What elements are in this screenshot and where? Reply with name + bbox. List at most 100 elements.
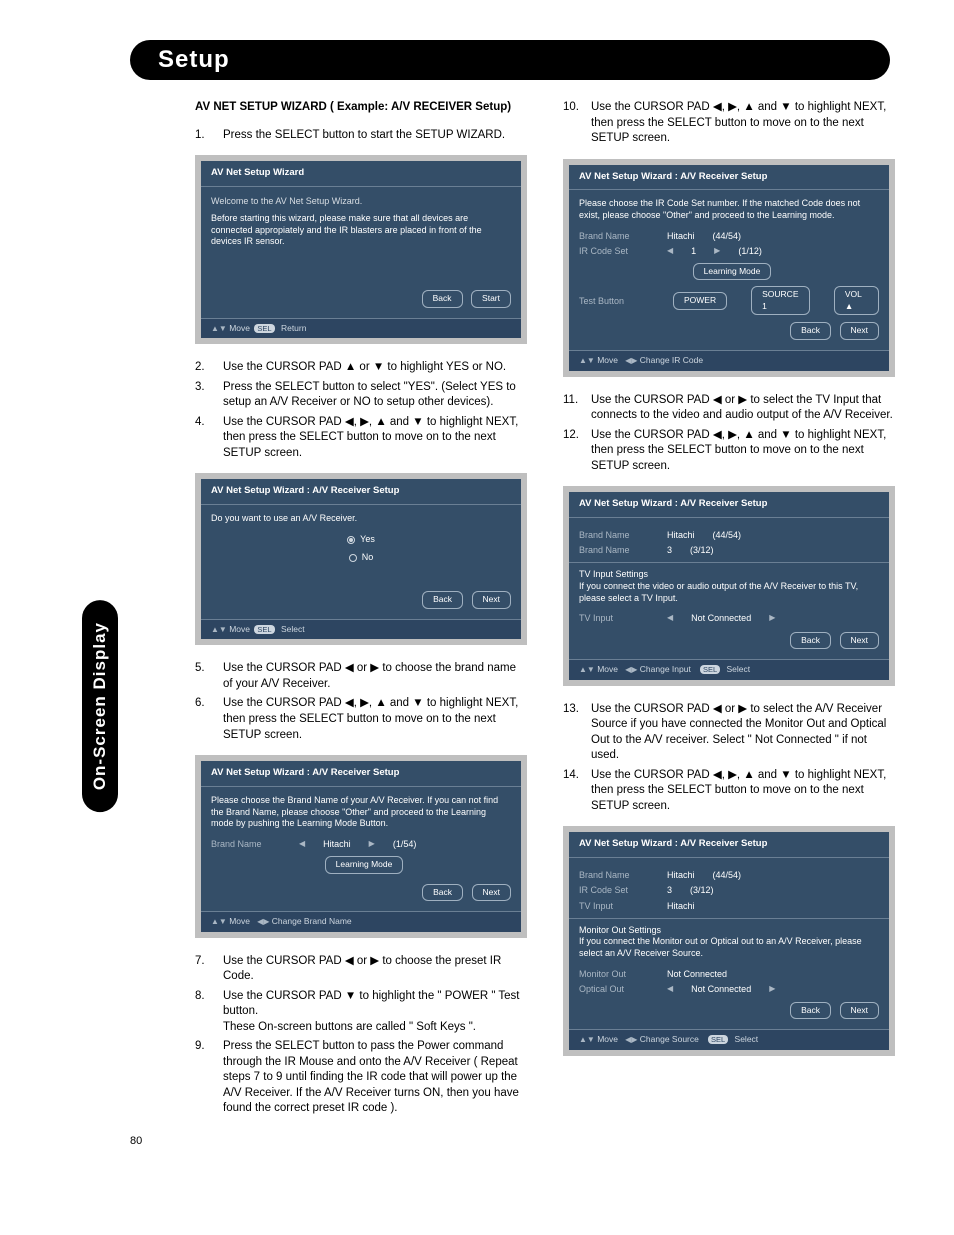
- step-text: Use the CURSOR PAD ◀ or ▶ to select the …: [591, 393, 895, 424]
- left-arrow-icon: ◀: [667, 984, 673, 995]
- learning-mode-button[interactable]: Learning Mode: [693, 263, 772, 280]
- left-steps-7to9: 7.Use the CURSOR PAD ◀ or ▶ to choose th…: [195, 954, 527, 1117]
- brand-row[interactable]: Brand Name ◀ Hitachi ▶ (1/54): [211, 838, 511, 850]
- step-num: 9.: [195, 1039, 223, 1117]
- panel-message: Monitor Out Settings If you connect the …: [579, 925, 879, 960]
- step-num: 6.: [195, 696, 223, 743]
- sel-icon: SEL: [700, 665, 720, 674]
- updown-icon: ▲▼: [211, 324, 227, 333]
- updown-icon: ▲▼: [579, 356, 595, 365]
- power-test-button[interactable]: POWER: [673, 292, 727, 309]
- right-arrow-icon: ▶: [714, 246, 720, 257]
- right-steps-11to12: 11.Use the CURSOR PAD ◀ or ▶ to select t…: [563, 393, 895, 475]
- sel-icon: SEL: [254, 625, 274, 634]
- step-num: 14.: [563, 768, 591, 815]
- panel-title: AV Net Setup Wizard : A/V Receiver Setup: [201, 479, 521, 505]
- panel-subtitle: Welcome to the AV Net Setup Wizard.: [211, 195, 511, 207]
- optical-out-row[interactable]: Optical Out◀Not Connected▶: [579, 983, 879, 995]
- ir-code-row[interactable]: IR Code Set◀1▶(1/12): [579, 245, 879, 257]
- section-heading: AV NET SETUP WIZARD ( Example: A/V RECEI…: [195, 100, 527, 116]
- learning-mode-button[interactable]: Learning Mode: [325, 856, 404, 873]
- right-arrow-icon: ▶: [769, 613, 775, 624]
- page-header: Setup: [130, 40, 890, 80]
- panel-title: AV Net Setup Wizard : A/V Receiver Setup: [569, 492, 889, 518]
- wizard-panel-tvinput: AV Net Setup Wizard : A/V Receiver Setup…: [563, 486, 895, 686]
- back-button[interactable]: Back: [790, 1002, 831, 1019]
- leftright-icon: ◀▶: [625, 665, 637, 674]
- left-arrow-icon: ◀: [667, 613, 673, 624]
- step-num: 2.: [195, 360, 223, 376]
- step-text: Press the SELECT button to start the SET…: [223, 128, 527, 144]
- next-button[interactable]: Next: [840, 322, 879, 339]
- left-steps-5to6: 5.Use the CURSOR PAD ◀ or ▶ to choose th…: [195, 661, 527, 743]
- sel-icon: SEL: [254, 324, 274, 333]
- radio-yes[interactable]: Yes: [211, 533, 511, 545]
- step-text: Use the CURSOR PAD ◀ or ▶ to choose the …: [223, 954, 527, 985]
- left-column: AV NET SETUP WIZARD ( Example: A/V RECEI…: [195, 100, 527, 1121]
- left-arrow-icon: ◀: [299, 839, 305, 850]
- step-num: 8.: [195, 989, 223, 1036]
- step-num: 3.: [195, 380, 223, 411]
- step-num: 4.: [195, 415, 223, 462]
- panel-title: AV Net Setup Wizard: [201, 161, 521, 187]
- step-text: Use the CURSOR PAD ◀, ▶, ▲ and ▼ to high…: [591, 428, 895, 475]
- left-arrow-icon: ◀: [667, 246, 673, 257]
- step-text: Use the CURSOR PAD ◀, ▶, ▲ and ▼ to high…: [223, 696, 527, 743]
- panel-message: Please choose the Brand Name of your A/V…: [211, 795, 511, 830]
- panel-question: Do you want to use an A/V Receiver.: [211, 513, 511, 525]
- wizard-panel-ircode: AV Net Setup Wizard : A/V Receiver Setup…: [563, 159, 895, 377]
- next-button[interactable]: Next: [840, 632, 879, 649]
- panel-message: Please choose the IR Code Set number. If…: [579, 198, 879, 221]
- updown-icon: ▲▼: [211, 917, 227, 926]
- right-arrow-icon: ▶: [769, 984, 775, 995]
- left-steps-1: 1.Press the SELECT button to start the S…: [195, 128, 527, 144]
- updown-icon: ▲▼: [579, 665, 595, 674]
- step-text: Use the CURSOR PAD ◀ or ▶ to select the …: [591, 702, 895, 764]
- panel-message: Before starting this wizard, please make…: [211, 213, 511, 248]
- step-text: Use the CURSOR PAD ◀, ▶, ▲ and ▼ to high…: [223, 415, 527, 462]
- step-num: 11.: [563, 393, 591, 424]
- leftright-icon: ◀▶: [625, 1035, 637, 1044]
- wizard-panel-yesno: AV Net Setup Wizard : A/V Receiver Setup…: [195, 473, 527, 645]
- source1-test-button[interactable]: SOURCE 1: [751, 286, 810, 315]
- right-steps-13to14: 13.Use the CURSOR PAD ◀ or ▶ to select t…: [563, 702, 895, 815]
- updown-icon: ▲▼: [211, 625, 227, 634]
- right-column: 10.Use the CURSOR PAD ◀, ▶, ▲ and ▼ to h…: [563, 100, 895, 1121]
- step-text: Use the CURSOR PAD ◀ or ▶ to choose the …: [223, 661, 527, 692]
- panel-footer: ▲▼ Move SEL Return: [201, 318, 521, 339]
- start-button[interactable]: Start: [471, 290, 511, 307]
- back-button[interactable]: Back: [422, 884, 463, 901]
- next-button[interactable]: Next: [472, 591, 511, 608]
- panel-footer: ▲▼ Move ◀▶ Change Input SEL Select: [569, 659, 889, 680]
- step-num: 10.: [563, 100, 591, 147]
- right-arrow-icon: ▶: [369, 839, 375, 850]
- wizard-panel-brand: AV Net Setup Wizard : A/V Receiver Setup…: [195, 755, 527, 938]
- tv-input-row[interactable]: TV Input◀Not Connected▶: [579, 612, 879, 624]
- panel-footer: ▲▼ Move ◀▶ Change Brand Name: [201, 911, 521, 932]
- wizard-panel-welcome: AV Net Setup Wizard Welcome to the AV Ne…: [195, 155, 527, 344]
- back-button[interactable]: Back: [790, 632, 831, 649]
- right-step-10: 10.Use the CURSOR PAD ◀, ▶, ▲ and ▼ to h…: [563, 100, 895, 147]
- page-number: 80: [130, 1135, 142, 1147]
- updown-icon: ▲▼: [579, 1035, 595, 1044]
- radio-no[interactable]: No: [211, 551, 511, 563]
- panel-footer: ▲▼ Move ◀▶ Change IR Code: [569, 350, 889, 371]
- step-text: Press the SELECT button to pass the Powe…: [223, 1039, 527, 1117]
- back-button[interactable]: Back: [422, 591, 463, 608]
- step-text: Use the CURSOR PAD ◀, ▶, ▲ and ▼ to high…: [591, 768, 895, 815]
- page-title: Setup: [158, 46, 230, 74]
- volup-test-button[interactable]: VOL ▲: [834, 286, 879, 315]
- next-button[interactable]: Next: [472, 884, 511, 901]
- leftright-icon: ◀▶: [625, 356, 637, 365]
- back-button[interactable]: Back: [422, 290, 463, 307]
- leftright-icon: ◀▶: [257, 917, 269, 926]
- panel-footer: ▲▼ Move SEL Select: [201, 619, 521, 640]
- left-steps-2to4: 2.Use the CURSOR PAD ▲ or ▼ to highlight…: [195, 360, 527, 461]
- step-text: Use the CURSOR PAD ◀, ▶, ▲ and ▼ to high…: [591, 100, 895, 147]
- step-text: Use the CURSOR PAD ▲ or ▼ to highlight Y…: [223, 360, 527, 376]
- next-button[interactable]: Next: [840, 1002, 879, 1019]
- panel-message: TV Input Settings If you connect the vid…: [579, 569, 879, 604]
- step-num: 13.: [563, 702, 591, 764]
- side-tab-label: On-Screen Display: [82, 600, 118, 812]
- back-button[interactable]: Back: [790, 322, 831, 339]
